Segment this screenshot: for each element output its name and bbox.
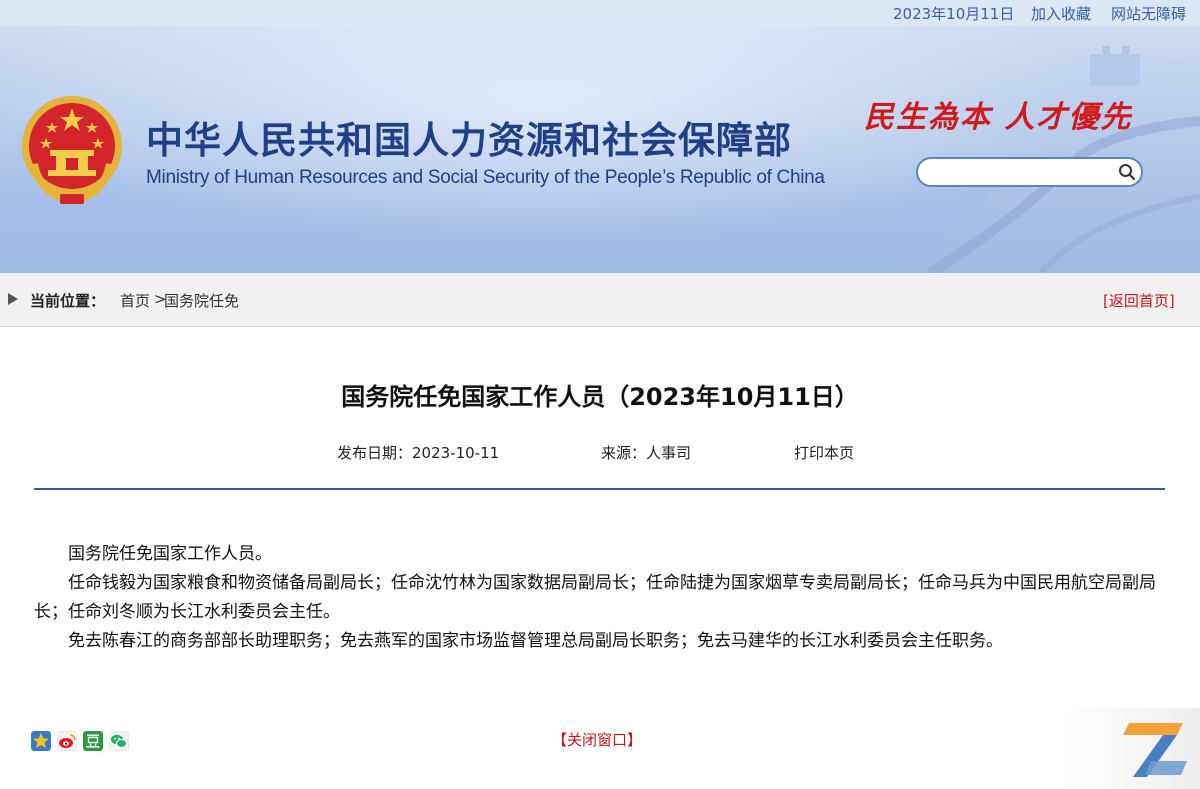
site-title-cn: 中华人民共和国人力资源和社会保障部 — [146, 119, 792, 162]
back-to-home-link[interactable]: [返回首页] — [1103, 290, 1175, 311]
article-title: 国务院任免国家工作人员（2023年10月11日） — [341, 383, 859, 411]
douban-icon[interactable] — [83, 731, 103, 751]
article-body: 国务院任免国家工作人员。 任命钱毅为国家粮食和物资储备局副局长；任命沈竹林为国家… — [34, 540, 1162, 656]
wechat-icon[interactable] — [109, 731, 129, 751]
play-arrow-icon — [8, 293, 18, 305]
current-date: 2023年10月11日 — [893, 5, 1015, 23]
watermark-logo-icon — [1123, 723, 1187, 777]
breadcrumb-label: 当前位置： — [30, 292, 106, 310]
breadcrumb-home-link[interactable]: 首页 — [120, 290, 150, 311]
site-banner: 中华人民共和国人力资源和社会保障部 Ministry of Human Reso… — [0, 26, 1200, 273]
search-icon[interactable] — [1118, 163, 1136, 181]
site-slogan: 民生為本 人才優先 — [864, 100, 1133, 135]
close-window-link[interactable]: 【关闭窗口】 — [552, 729, 642, 750]
article-paragraph: 免去陈春江的商务部部长助理职务；免去燕军的国家市场监督管理总局副局长职务；免去马… — [68, 631, 1003, 651]
great-wall-illustration — [900, 46, 1200, 273]
search-box — [916, 157, 1143, 187]
article-source: 来源：人事司 — [601, 444, 692, 462]
top-bar: 2023年10月11日 加入收藏 网站无障碍 — [0, 0, 1200, 26]
article-paragraph: 任命钱毅为国家粮食和物资储备局副局长；任命沈竹林为国家数据局副局长；任命陆捷为国… — [34, 573, 1156, 622]
article-paragraph: 国务院任免国家工作人员。 — [68, 544, 272, 564]
title-divider — [34, 488, 1165, 490]
national-emblem-icon — [22, 96, 122, 205]
breadcrumb-section-link[interactable]: 国务院任免 — [164, 290, 239, 311]
weibo-icon[interactable] — [57, 731, 77, 751]
accessibility-link[interactable]: 网站无障碍 — [1111, 3, 1186, 24]
print-page-link[interactable]: 打印本页 — [794, 442, 854, 463]
add-favorite-link[interactable]: 加入收藏 — [1031, 3, 1091, 24]
qzone-icon[interactable] — [31, 731, 51, 751]
publish-date: 发布日期：2023-10-11 — [337, 444, 500, 462]
site-title-en: Ministry of Human Resources and Social S… — [146, 167, 825, 188]
search-input[interactable] — [928, 162, 1112, 184]
breadcrumb: 当前位置： 首页 > 国务院任免 [返回首页] — [0, 273, 1200, 327]
